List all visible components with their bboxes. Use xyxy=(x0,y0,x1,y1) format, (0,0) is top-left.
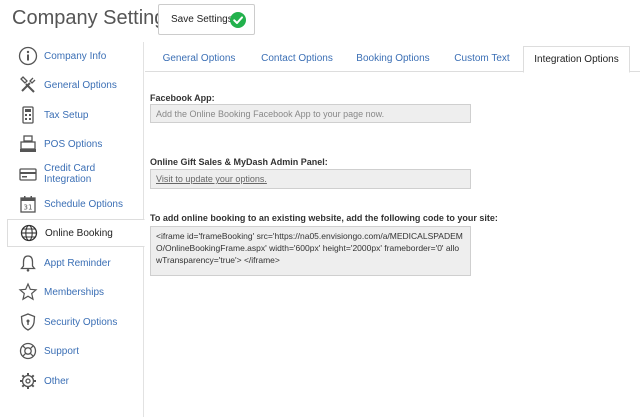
register-icon xyxy=(18,134,38,154)
sidebar-item-label: Credit Card Integration xyxy=(44,163,96,185)
sidebar-item-label: Online Booking xyxy=(45,227,113,239)
sidebar-item-support[interactable]: Support xyxy=(7,337,144,365)
sidebar-item-company-info[interactable]: Company Info xyxy=(7,42,144,70)
embed-code-label: To add online booking to an existing web… xyxy=(150,213,498,223)
gear-icon xyxy=(18,371,38,391)
sidebar-item-label: POS Options xyxy=(44,138,103,150)
facebook-app-label: Facebook App: xyxy=(150,93,215,103)
sidebar-item-label: Security Options xyxy=(44,316,118,328)
sidebar-item-other[interactable]: Other xyxy=(7,367,144,395)
globe-icon xyxy=(19,223,39,243)
info-icon xyxy=(18,46,38,66)
tab-general-options[interactable]: General Options xyxy=(157,46,241,72)
tab-contact-options[interactable]: Contact Options xyxy=(255,46,339,72)
check-circle-icon xyxy=(230,12,246,28)
sidebar-item-general-options[interactable]: General Options xyxy=(7,71,144,99)
sidebar-item-credit-card-integration[interactable]: Credit Card Integration xyxy=(7,160,144,188)
sidebar-item-label: Other xyxy=(44,375,70,387)
calculator-icon xyxy=(18,105,38,125)
sidebar-item-security-options[interactable]: Security Options xyxy=(7,308,144,336)
calendar-icon: 31 xyxy=(18,194,38,214)
star-icon xyxy=(18,282,38,302)
embed-code-textarea[interactable]: <iframe id='frameBooking' src='https://n… xyxy=(150,226,471,276)
sidebar-item-pos-options[interactable]: POS Options xyxy=(7,130,144,158)
sidebar-item-tax-setup[interactable]: Tax Setup xyxy=(7,101,144,129)
bell-icon xyxy=(18,253,38,273)
settings-sidebar: Company Info General Options Tax Setup P… xyxy=(7,42,145,417)
svg-text:31: 31 xyxy=(24,204,33,212)
save-settings-button[interactable]: Save Settings xyxy=(158,4,255,35)
sidebar-item-label: Tax Setup xyxy=(44,109,89,121)
facebook-app-field[interactable]: Add the Online Booking Facebook App to y… xyxy=(150,104,471,123)
sidebar-item-schedule-options[interactable]: 31 Schedule Options xyxy=(7,190,144,218)
sidebar-item-appt-reminder[interactable]: Appt Reminder xyxy=(7,249,144,277)
sidebar-item-memberships[interactable]: Memberships xyxy=(7,278,144,306)
shield-icon xyxy=(18,312,38,332)
gift-sales-label: Online Gift Sales & MyDash Admin Panel: xyxy=(150,157,328,167)
lifebuoy-icon xyxy=(18,341,38,361)
tab-custom-text[interactable]: Custom Text xyxy=(447,46,517,72)
settings-tabs: General Options Contact Options Booking … xyxy=(145,46,640,73)
sidebar-item-label: Support xyxy=(44,345,80,357)
tools-icon xyxy=(18,75,38,95)
credit-card-icon xyxy=(18,164,38,184)
tab-integration-options[interactable]: Integration Options xyxy=(523,46,630,73)
gift-sales-link[interactable]: Visit to update your options. xyxy=(150,169,471,189)
sidebar-item-label: Schedule Options xyxy=(44,198,123,210)
page-title: Company Settings xyxy=(12,7,176,29)
sidebar-item-label: General Options xyxy=(44,79,117,91)
save-settings-label: Save Settings xyxy=(171,14,233,25)
sidebar-item-label: Memberships xyxy=(44,286,105,298)
sidebar-item-label: Company Info xyxy=(44,50,107,62)
sidebar-item-label: Appt Reminder xyxy=(44,257,111,269)
tab-booking-options[interactable]: Booking Options xyxy=(351,46,435,72)
sidebar-item-online-booking[interactable]: Online Booking xyxy=(7,219,145,247)
